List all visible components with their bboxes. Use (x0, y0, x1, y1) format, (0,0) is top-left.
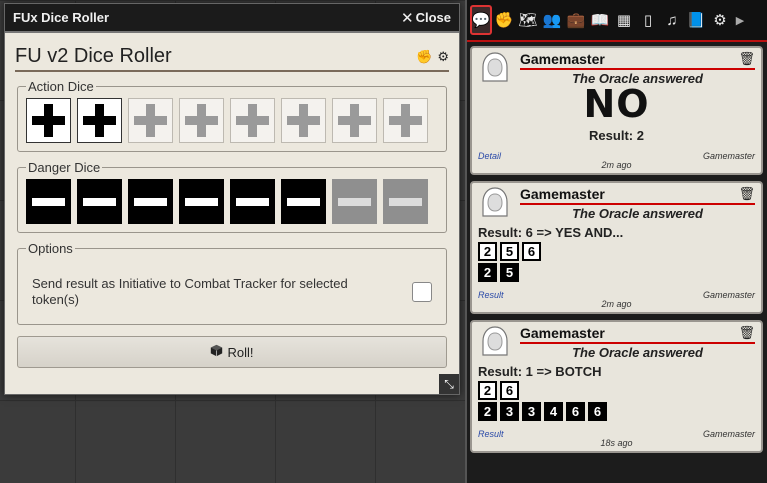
dice-chip-solid: 6 (566, 402, 585, 421)
outline-dice-row: 26 (478, 381, 755, 400)
map-icon[interactable]: 🗺 (516, 4, 540, 36)
fist-icon[interactable]: ✊ (416, 49, 432, 65)
dice-chip-outline: 2 (478, 381, 497, 400)
chat-log[interactable]: Gamemaster 🗑 The Oracle answered NO Result: … (467, 42, 767, 453)
avatar (478, 325, 512, 359)
chat-message: Gamemaster 🗑 The Oracle answered Result: 1 … (470, 320, 763, 453)
cards-icon[interactable]: ▯ (636, 4, 660, 36)
dice-chip-solid: 3 (522, 402, 541, 421)
solid-dice-row: 25 (478, 263, 755, 282)
oracle-answer: NO (583, 82, 650, 126)
danger-die-inactive[interactable] (383, 179, 428, 224)
dice-roller-dialog: FUx Dice Roller ✕ Close FU v2 Dice Rolle… (4, 3, 460, 395)
danger-die-active[interactable] (230, 179, 275, 224)
result-text: Result: 1 => BOTCH (478, 364, 602, 379)
sidebar-tabs: 💬 ✊ 🗺 👥 💼 📖 ▦ ▯ ♫ 📘 ⚙ ▶ (467, 0, 767, 42)
action-die-active[interactable] (77, 98, 122, 143)
message-speaker: Gamemaster (520, 325, 605, 341)
users-icon[interactable]: 👥 (540, 4, 564, 36)
action-dice-row (26, 98, 438, 143)
settings-icon[interactable]: ⚙ (708, 4, 732, 36)
danger-die-active[interactable] (179, 179, 224, 224)
close-label: Close (415, 10, 451, 25)
collapse-icon[interactable]: ▶ (732, 4, 748, 36)
initiative-checkbox[interactable] (412, 282, 432, 302)
action-die-inactive[interactable] (128, 98, 173, 143)
dice-chip-outline: 6 (522, 242, 541, 261)
options-group: Options Send result as Initiative to Com… (17, 241, 447, 325)
dice-chip-solid: 5 (500, 263, 519, 282)
chat-message: Gamemaster 🗑 The Oracle answered NO Result: … (470, 46, 763, 175)
chat-icon[interactable]: 💬 (470, 5, 492, 35)
danger-die-active[interactable] (281, 179, 326, 224)
items-icon[interactable]: 💼 (564, 4, 588, 36)
delete-message-trash-icon[interactable]: 🗑 (738, 325, 755, 341)
dice-chip-solid: 4 (544, 402, 563, 421)
message-flavor: The Oracle answered (572, 206, 703, 221)
resize-handle-icon[interactable]: ⤡ (439, 374, 459, 394)
message-speaker: Gamemaster (520, 186, 605, 202)
result-text: Result: 6 => YES AND... (478, 225, 624, 240)
gear-icon[interactable]: ⚙ (437, 49, 449, 65)
danger-die-active[interactable] (128, 179, 173, 224)
dice-chip-outline: 2 (478, 242, 497, 261)
action-die-inactive[interactable] (179, 98, 224, 143)
dice-chip-solid: 2 (478, 263, 497, 282)
outline-dice-row: 256 (478, 242, 755, 261)
dice-chip-solid: 2 (478, 402, 497, 421)
action-dice-group: Action Dice (17, 79, 447, 152)
action-die-inactive[interactable] (383, 98, 428, 143)
close-button[interactable]: ✕ Close (401, 9, 451, 27)
avatar (478, 186, 512, 220)
action-die-inactive[interactable] (281, 98, 326, 143)
cube-icon (210, 344, 223, 360)
danger-die-inactive[interactable] (332, 179, 377, 224)
tables-icon[interactable]: ▦ (612, 4, 636, 36)
compendium-icon[interactable]: 📘 (684, 4, 708, 36)
dice-chip-solid: 6 (588, 402, 607, 421)
roll-button[interactable]: Roll! (17, 336, 447, 368)
chat-message: Gamemaster 🗑 The Oracle answered Result: 6 … (470, 181, 763, 314)
journal-icon[interactable]: 📖 (588, 4, 612, 36)
fist-icon[interactable]: ✊ (492, 4, 516, 36)
close-icon: ✕ (401, 9, 414, 27)
danger-dice-group: Danger Dice (17, 160, 447, 233)
message-flavor: The Oracle answered (572, 345, 703, 360)
dialog-header[interactable]: FUx Dice Roller ✕ Close (5, 4, 459, 33)
action-dice-legend: Action Dice (28, 79, 94, 94)
solid-dice-row: 233466 (478, 402, 755, 421)
action-die-active[interactable] (26, 98, 71, 143)
roller-title: FU v2 Dice Roller (15, 45, 172, 67)
message-time: 18s ago (600, 438, 633, 448)
action-die-inactive[interactable] (332, 98, 377, 143)
dice-chip-solid: 3 (500, 402, 519, 421)
initiative-option-label: Send result as Initiative to Combat Trac… (32, 276, 348, 307)
message-time: 2m ago (601, 299, 632, 309)
options-legend: Options (28, 241, 73, 256)
dice-chip-outline: 6 (500, 381, 519, 400)
dialog-title: FUx Dice Roller (13, 10, 110, 25)
dice-chip-outline: 5 (500, 242, 519, 261)
danger-dice-legend: Danger Dice (28, 160, 101, 175)
sidebar: 💬 ✊ 🗺 👥 💼 📖 ▦ ▯ ♫ 📘 ⚙ ▶ Gamemaster 🗑 The Oracle answe… (465, 0, 767, 483)
delete-message-trash-icon[interactable]: 🗑 (738, 186, 755, 202)
danger-die-active[interactable] (77, 179, 122, 224)
message-time: 2m ago (601, 160, 632, 170)
action-die-inactive[interactable] (230, 98, 275, 143)
result-text: Result: 2 (589, 128, 644, 143)
danger-dice-row (26, 179, 438, 224)
avatar (478, 51, 512, 85)
music-icon[interactable]: ♫ (660, 4, 684, 36)
roll-label: Roll! (227, 344, 254, 360)
message-speaker: Gamemaster (520, 51, 605, 67)
danger-die-active[interactable] (26, 179, 71, 224)
delete-message-trash-icon[interactable]: 🗑 (738, 51, 755, 67)
